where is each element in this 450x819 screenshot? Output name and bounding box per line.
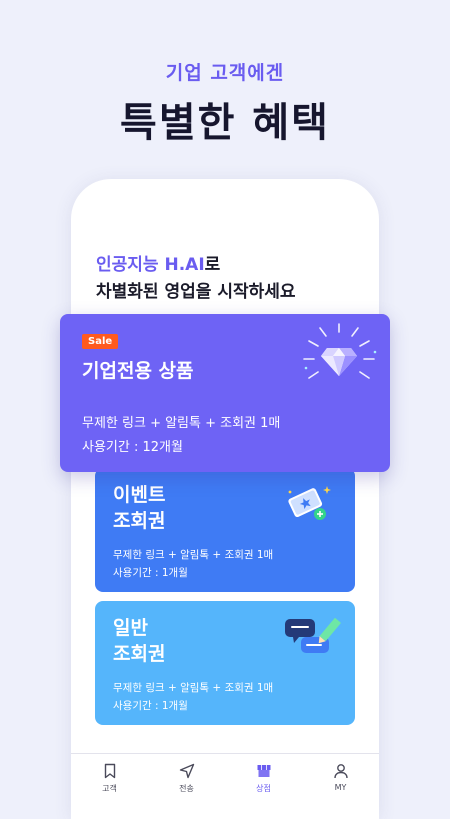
card-title: 기업전용 상품 xyxy=(82,360,194,382)
nav-item-my[interactable]: MY xyxy=(302,754,379,801)
intro-line2: 차별화된 영업을 시작하세요 xyxy=(96,282,296,302)
nav-label: 상점 xyxy=(256,784,271,793)
store-icon xyxy=(257,765,270,777)
enterprise-product-card[interactable]: Sale 기업전용 상품 무제한 링크 + 알림톡 + 조회권 1매 사용기간 … xyxy=(60,314,390,472)
card-feature: 무제한 링크 + 알림톡 + 조회권 1매 xyxy=(82,416,281,431)
send-icon xyxy=(179,763,194,779)
card-period: 사용기간 : 1개월 xyxy=(113,567,188,579)
ticket-icon xyxy=(288,486,331,520)
user-icon xyxy=(333,764,348,779)
hero-title: 특별한 혜택 xyxy=(120,100,330,146)
card-feature: 무제한 링크 + 알림톡 + 조회권 1매 xyxy=(113,549,274,561)
card-period: 사용기간 : 1개월 xyxy=(113,700,188,712)
card-feature: 무제한 링크 + 알림톡 + 조회권 1매 xyxy=(113,682,274,694)
nav-label: 고객 xyxy=(102,784,117,793)
diamond-icon xyxy=(303,323,377,379)
bottom-nav: 고객 전송 상점 MY xyxy=(71,753,379,801)
nav-label: MY xyxy=(334,783,347,792)
normal-ticket-card[interactable]: 일반 조회권 무제한 링크 + 알림톡 + 조회권 1매 사용기간 : 1개월 xyxy=(95,601,355,725)
nav-label: 전송 xyxy=(179,784,194,793)
card-period: 사용기간 : 12개월 xyxy=(82,440,183,455)
nav-item-send[interactable]: 전송 xyxy=(148,754,225,801)
intro-highlight: 인공지능 H.AI xyxy=(96,255,205,275)
sale-badge: Sale xyxy=(82,334,119,349)
hero-subtitle: 기업 고객에겐 xyxy=(165,62,285,84)
intro-text: 인공지능 H.AI로 차별화된 영업을 시작하세요 xyxy=(96,252,296,306)
bookmark-icon xyxy=(104,763,115,779)
card-title: 일반 조회권 xyxy=(113,617,166,665)
intro-highlight-suffix: 로 xyxy=(204,255,221,275)
nav-item-store[interactable]: 상점 xyxy=(225,754,302,801)
nav-item-customer[interactable]: 고객 xyxy=(71,754,148,801)
card-title: 이벤트 조회권 xyxy=(113,484,166,532)
event-ticket-card[interactable]: 이벤트 조회권 무제한 링크 + 알림톡 + 조회권 1매 사용기간 : 1개월 xyxy=(95,468,355,592)
chat-pencil-icon xyxy=(285,618,341,653)
